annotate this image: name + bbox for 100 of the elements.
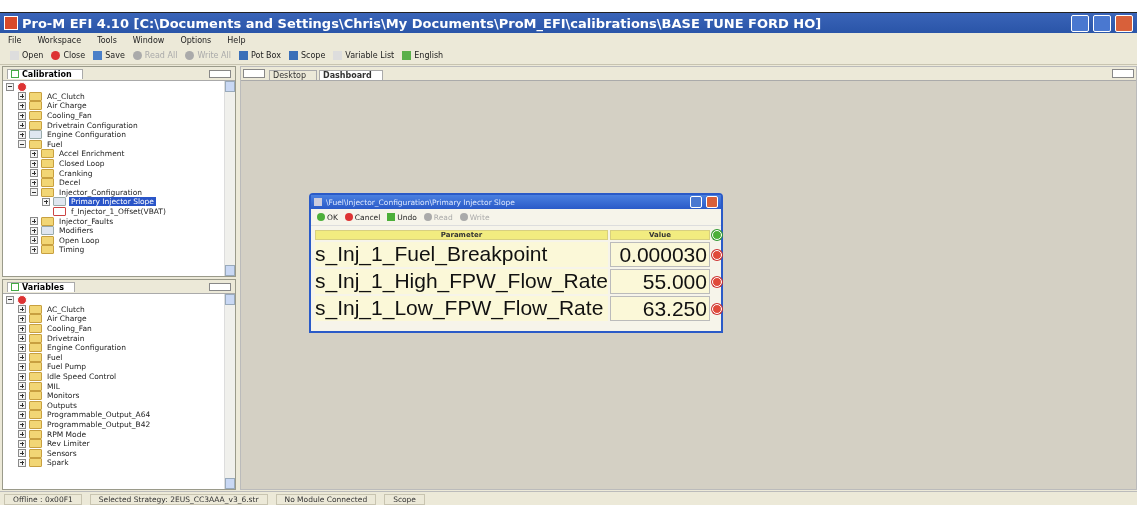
folder-icon (29, 101, 42, 111)
collapse-toggle-icon[interactable] (18, 140, 26, 149)
folder-icon (29, 333, 42, 343)
expand-toggle-icon[interactable] (18, 92, 26, 101)
toolbar-button[interactable]: Save (93, 51, 125, 60)
panel-tab[interactable]: Calibration (7, 68, 83, 79)
toolbar-icon (132, 51, 142, 60)
window-icon (314, 198, 322, 206)
expand-toggle-icon[interactable] (30, 178, 38, 187)
expand-toggle-icon[interactable] (30, 149, 38, 158)
minimize-button[interactable] (690, 196, 702, 208)
expand-toggle-icon[interactable] (18, 324, 26, 333)
table-icon (53, 197, 66, 207)
toolbar-button[interactable]: Variable List (333, 51, 395, 60)
table-icon (29, 130, 42, 140)
expand-toggle-icon[interactable] (18, 410, 26, 419)
expand-toggle-icon[interactable] (18, 391, 26, 400)
collapse-toggle-icon[interactable] (30, 188, 38, 197)
folder-icon (41, 159, 54, 169)
expand-toggle-icon[interactable] (18, 439, 26, 448)
expand-toggle-icon[interactable] (18, 362, 26, 371)
app-logo-icon (4, 16, 18, 30)
expand-toggle-icon[interactable] (18, 102, 26, 110)
expand-toggle-icon[interactable] (30, 217, 38, 226)
toolbar-button[interactable]: Close (51, 51, 86, 60)
panel-controls-icon[interactable] (1112, 69, 1134, 78)
folder-icon (29, 429, 42, 439)
folder-icon (29, 343, 42, 353)
value-field[interactable]: 0.000030 (610, 242, 710, 267)
folder-icon (29, 372, 42, 382)
expand-toggle-icon[interactable] (18, 401, 26, 410)
close-button[interactable] (1115, 14, 1133, 32)
collapse-toggle-icon[interactable] (6, 82, 14, 91)
scrollbar[interactable] (224, 81, 235, 276)
folder-icon (29, 391, 42, 401)
toolbar-button[interactable]: Pot Box (238, 51, 281, 60)
toolbar-button[interactable]: Open (10, 51, 44, 60)
toolbar-icon (288, 51, 298, 60)
expand-toggle-icon[interactable] (18, 420, 26, 429)
expand-toggle-icon[interactable] (30, 236, 38, 245)
remove-icon[interactable] (712, 249, 722, 260)
panel-controls-icon[interactable] (209, 69, 231, 78)
expand-toggle-icon[interactable] (30, 159, 38, 168)
expand-toggle-icon[interactable] (18, 305, 26, 314)
menu-item[interactable]: Workspace (37, 35, 82, 45)
folder-icon (29, 111, 42, 121)
close-button[interactable] (706, 196, 718, 208)
scrollbar[interactable] (224, 294, 235, 489)
action-icon (317, 213, 325, 221)
remove-icon[interactable] (712, 276, 722, 287)
root-node-icon (17, 81, 27, 92)
toolbar-button[interactable]: English (402, 51, 444, 60)
root-node-icon (17, 294, 27, 305)
menu-item[interactable]: Help (227, 35, 246, 45)
toolbar-button[interactable]: Scope (288, 51, 326, 60)
panel-controls-icon[interactable] (209, 282, 231, 291)
folder-icon (29, 139, 42, 149)
expand-toggle-icon[interactable] (18, 315, 26, 323)
folder-icon (41, 178, 54, 188)
toolbar-icon (238, 51, 248, 60)
collapse-toggle-icon[interactable] (6, 295, 14, 304)
value-field[interactable]: 63.250 (610, 296, 710, 321)
expand-toggle-icon[interactable] (30, 169, 38, 178)
add-icon[interactable] (712, 230, 722, 240)
expand-toggle-icon[interactable] (18, 449, 26, 458)
menu-item[interactable]: Window (132, 35, 165, 45)
expand-toggle-icon[interactable] (18, 458, 26, 467)
toolbar-icon (185, 51, 195, 60)
toolbar-icon (402, 51, 412, 60)
folder-icon (41, 187, 54, 197)
menu-item[interactable]: File (8, 35, 22, 45)
window-title: Pro-M EFI 4.10 [C:\Documents and Settings\Chris\My Documents\ProM_EFI\calibrations\BASE TUNE FORD HO] (22, 15, 823, 31)
table-icon (41, 226, 54, 236)
action-icon (387, 213, 396, 221)
expand-toggle-icon[interactable] (18, 343, 26, 352)
folder-icon (29, 439, 42, 449)
panel-tab[interactable]: Variables (7, 281, 75, 292)
expand-toggle-icon[interactable] (18, 382, 26, 391)
expand-toggle-icon[interactable] (18, 353, 26, 362)
folder-icon (29, 324, 42, 334)
value-field[interactable]: 55.000 (610, 269, 710, 294)
panel-controls-icon[interactable] (243, 69, 265, 78)
folder-icon (29, 314, 42, 324)
expand-toggle-icon[interactable] (18, 130, 26, 139)
expand-toggle-icon[interactable] (18, 111, 26, 120)
expand-toggle-icon[interactable] (30, 226, 38, 235)
expand-toggle-icon[interactable] (30, 245, 38, 254)
restore-button[interactable] (1093, 14, 1111, 32)
folder-icon (29, 448, 42, 458)
menu-item[interactable]: Options (180, 35, 212, 45)
expand-toggle-icon[interactable] (18, 121, 26, 130)
folder-icon (29, 381, 42, 391)
remove-icon[interactable] (712, 303, 722, 314)
minimize-button[interactable] (1071, 14, 1089, 32)
expand-toggle-icon[interactable] (18, 372, 26, 381)
folder-icon (41, 216, 54, 226)
expand-toggle-icon[interactable] (18, 334, 26, 343)
expand-toggle-icon[interactable] (42, 197, 50, 206)
menu-item[interactable]: Tools (97, 35, 117, 45)
expand-toggle-icon[interactable] (18, 430, 26, 439)
